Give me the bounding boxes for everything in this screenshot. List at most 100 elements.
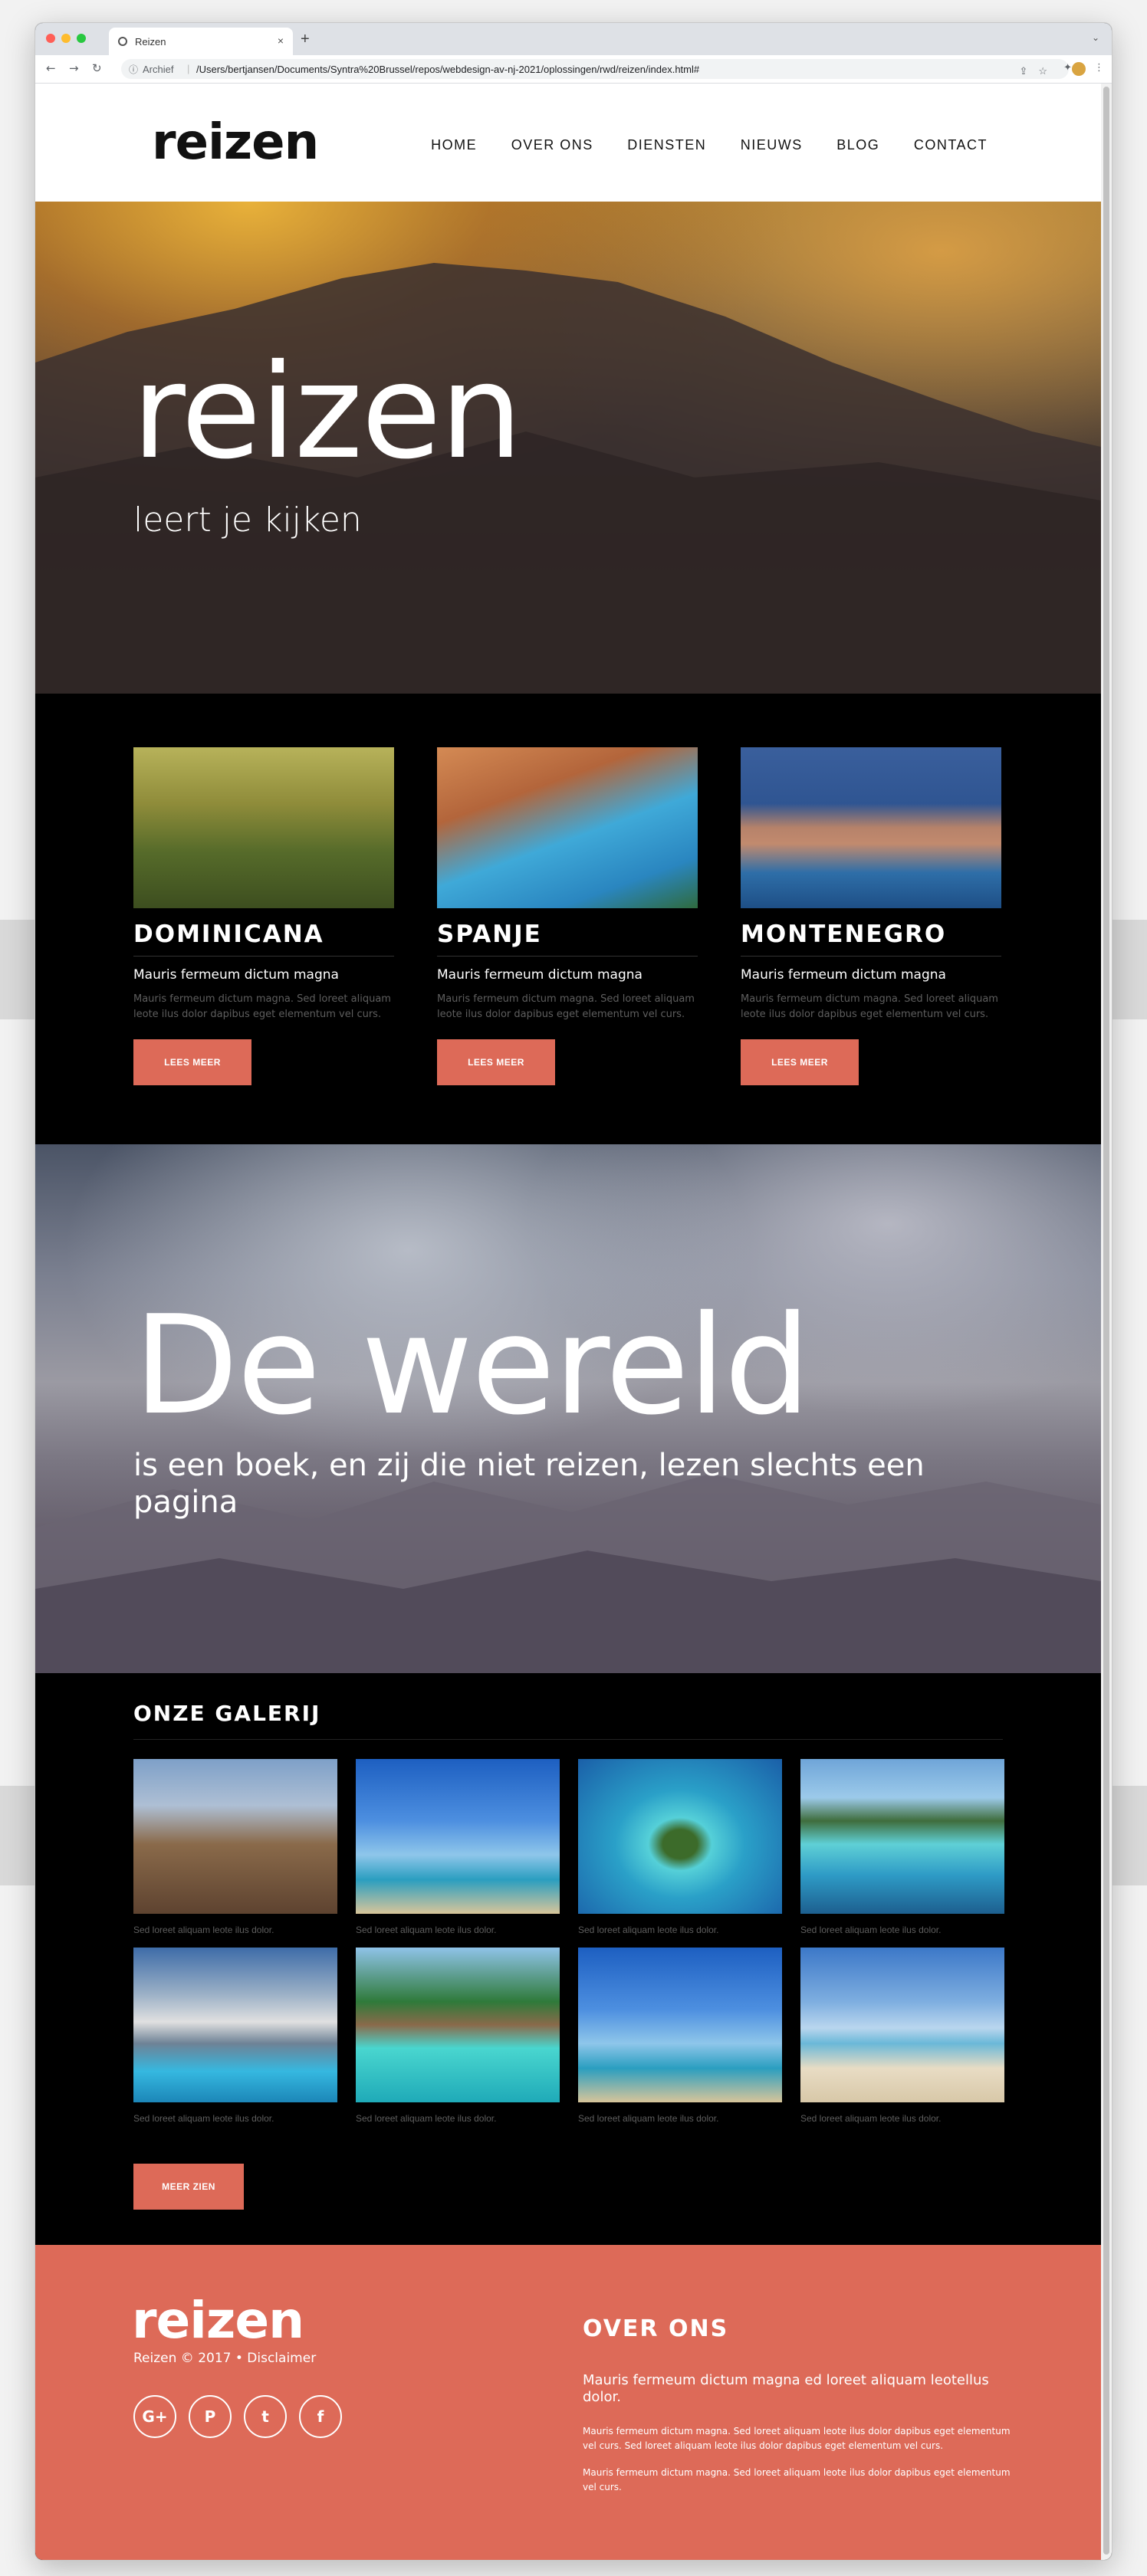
quote-banner: De wereld is een boek, en zij die niet r… [35,1144,1101,1673]
browser-tab[interactable]: Reizen × [109,28,293,55]
gallery-image [356,1759,560,1914]
main-nav: HOME OVER ONS DIENSTEN NIEUWS BLOG CONTA… [402,137,988,153]
nav-nieuws[interactable]: NIEUWS [741,137,803,153]
twitter-icon[interactable]: t [244,2395,287,2438]
destination-card: MONTENEGRO Mauris fermeum dictum magna M… [741,747,1001,1085]
lees-meer-button[interactable]: LEES MEER [741,1039,859,1085]
gallery-item[interactable]: Sed loreet aliquam leote ilus dolor. [800,1759,1004,1935]
gallery-title: ONZE GALERIJ [133,1701,321,1726]
nav-diensten[interactable]: DIENSTEN [627,137,706,153]
facebook-icon[interactable]: f [299,2395,342,2438]
destination-subtitle: Mauris fermeum dictum magna [437,967,643,983]
url-text[interactable]: /Users/bertjansen/Documents/Syntra%20Bru… [196,64,699,75]
gallery-item[interactable]: Sed loreet aliquam leote ilus dolor. [133,1759,337,1935]
back-button[interactable]: ← [46,61,56,75]
destination-card: SPANJE Mauris fermeum dictum magna Mauri… [437,747,698,1085]
destination-text: Mauris fermeum dictum magna. Sed loreet … [133,993,391,1020]
browser-toolbar: ← → ↻ ⓘ Archief | /Users/bertjansen/Docu… [35,55,1112,84]
gallery-caption: Sed loreet aliquam leote ilus dolor. [133,1925,274,1935]
reload-button[interactable]: ↻ [92,61,102,75]
close-tab-icon[interactable]: × [278,34,284,47]
gallery-section: ONZE GALERIJ Sed loreet aliquam leote il… [35,1673,1101,2245]
pinterest-icon[interactable]: P [189,2395,232,2438]
profile-avatar[interactable] [1072,62,1086,76]
hero-mountain-banner: reizen leert je kijken [35,202,1101,694]
nav-contact[interactable]: CONTACT [914,137,988,153]
lees-meer-button[interactable]: LEES MEER [437,1039,555,1085]
gallery-image [800,1948,1004,2102]
maximize-window-button[interactable] [77,34,86,43]
extensions-icon[interactable]: ✦ [1063,62,1072,74]
gallery-item[interactable]: Sed loreet aliquam leote ilus dolor. [356,1948,560,2124]
about-paragraph: Mauris fermeum dictum magna. Sed loreet … [583,2467,1011,2492]
gallery-item[interactable]: Sed loreet aliquam leote ilus dolor. [800,1948,1004,2124]
footer-logo[interactable]: reizen [132,2295,304,2346]
gallery-caption: Sed loreet aliquam leote ilus dolor. [578,2113,719,2124]
gallery-image [133,1759,337,1914]
destination-title: MONTENEGRO [741,920,947,948]
destination-subtitle: Mauris fermeum dictum magna [133,967,339,983]
lees-meer-button[interactable]: LEES MEER [133,1039,251,1085]
divider [133,1739,1003,1740]
tab-search-icon[interactable]: ⌄ [1092,32,1099,43]
destination-text: Mauris fermeum dictum magna. Sed loreet … [741,993,998,1020]
address-bar-icons[interactable]: ⇪☆ [1019,65,1058,77]
minimize-window-button[interactable] [61,34,71,43]
quote-text: is een boek, en zij die niet reizen, lez… [133,1448,925,1520]
gallery-item[interactable]: Sed loreet aliquam leote ilus dolor. [578,1948,782,2124]
footer-copyright: Reizen © 2017 • Disclaimer [133,2351,317,2366]
browser-window: Reizen × + ⌄ ← → ↻ ⓘ Archief | /Users/be… [35,23,1112,2560]
scrollbar[interactable] [1101,84,1112,2560]
divider [437,956,698,957]
dominicana-image [133,747,394,908]
nav-home[interactable]: HOME [431,137,477,153]
gallery-item[interactable]: Sed loreet aliquam leote ilus dolor. [356,1759,560,1935]
page-viewport: reizen HOME OVER ONS DIENSTEN NIEUWS BLO… [35,84,1112,2560]
site-footer: reizen Reizen © 2017 • Disclaimer G+ P t… [35,2245,1101,2560]
google-plus-icon[interactable]: G+ [133,2395,176,2438]
gallery-caption: Sed loreet aliquam leote ilus dolor. [356,2113,497,2124]
destination-text: Mauris fermeum dictum magna. Sed loreet … [437,993,695,1020]
about-paragraph: Mauris fermeum dictum magna. Sed loreet … [583,2426,1011,2451]
separator: | [187,63,190,74]
gallery-image [800,1759,1004,1914]
gallery-image [356,1948,560,2102]
destination-title: DOMINICANA [133,920,324,948]
new-tab-button[interactable]: + [301,31,310,48]
quote-title: De wereld [133,1286,810,1445]
gallery-caption: Sed loreet aliquam leote ilus dolor. [578,1925,719,1935]
globe-icon [118,37,127,46]
site-logo[interactable]: reizen [152,114,319,171]
info-icon[interactable]: ⓘ [129,63,138,76]
gallery-image [578,1948,782,2102]
close-window-button[interactable] [46,34,55,43]
gallery-image [133,1948,337,2102]
meer-zien-button[interactable]: MEER ZIEN [133,2164,244,2210]
destinations-section: DOMINICANA Mauris fermeum dictum magna M… [35,694,1101,1144]
destination-subtitle: Mauris fermeum dictum magna [741,967,946,983]
gallery-caption: Sed loreet aliquam leote ilus dolor. [800,1925,942,1935]
montenegro-image [741,747,1001,908]
browser-menu-icon[interactable]: ⋮ [1094,62,1104,74]
hero-title: reizen [132,336,523,488]
gallery-image [578,1759,782,1914]
divider [133,956,394,957]
divider [741,956,1001,957]
gallery-caption: Sed loreet aliquam leote ilus dolor. [800,2113,942,2124]
tab-strip: Reizen × + ⌄ [35,23,1112,55]
gallery-item[interactable]: Sed loreet aliquam leote ilus dolor. [133,1948,337,2124]
nav-over-ons[interactable]: OVER ONS [511,137,593,153]
scrollbar-thumb[interactable] [1103,87,1109,2555]
gallery-caption: Sed loreet aliquam leote ilus dolor. [356,1925,497,1935]
about-lead: Mauris fermeum dictum magna ed loreet al… [583,2372,989,2405]
archief-label: Archief [143,64,174,75]
nav-blog[interactable]: BLOG [836,137,879,153]
destination-title: SPANJE [437,920,542,948]
destination-card: DOMINICANA Mauris fermeum dictum magna M… [133,747,394,1085]
about-title: OVER ONS [583,2315,729,2342]
gallery-caption: Sed loreet aliquam leote ilus dolor. [133,2113,274,2124]
address-bar[interactable]: ⓘ Archief | /Users/bertjansen/Documents/… [121,59,1069,79]
spanje-image [437,747,698,908]
gallery-item[interactable]: Sed loreet aliquam leote ilus dolor. [578,1759,782,1935]
forward-button[interactable]: → [69,61,79,75]
